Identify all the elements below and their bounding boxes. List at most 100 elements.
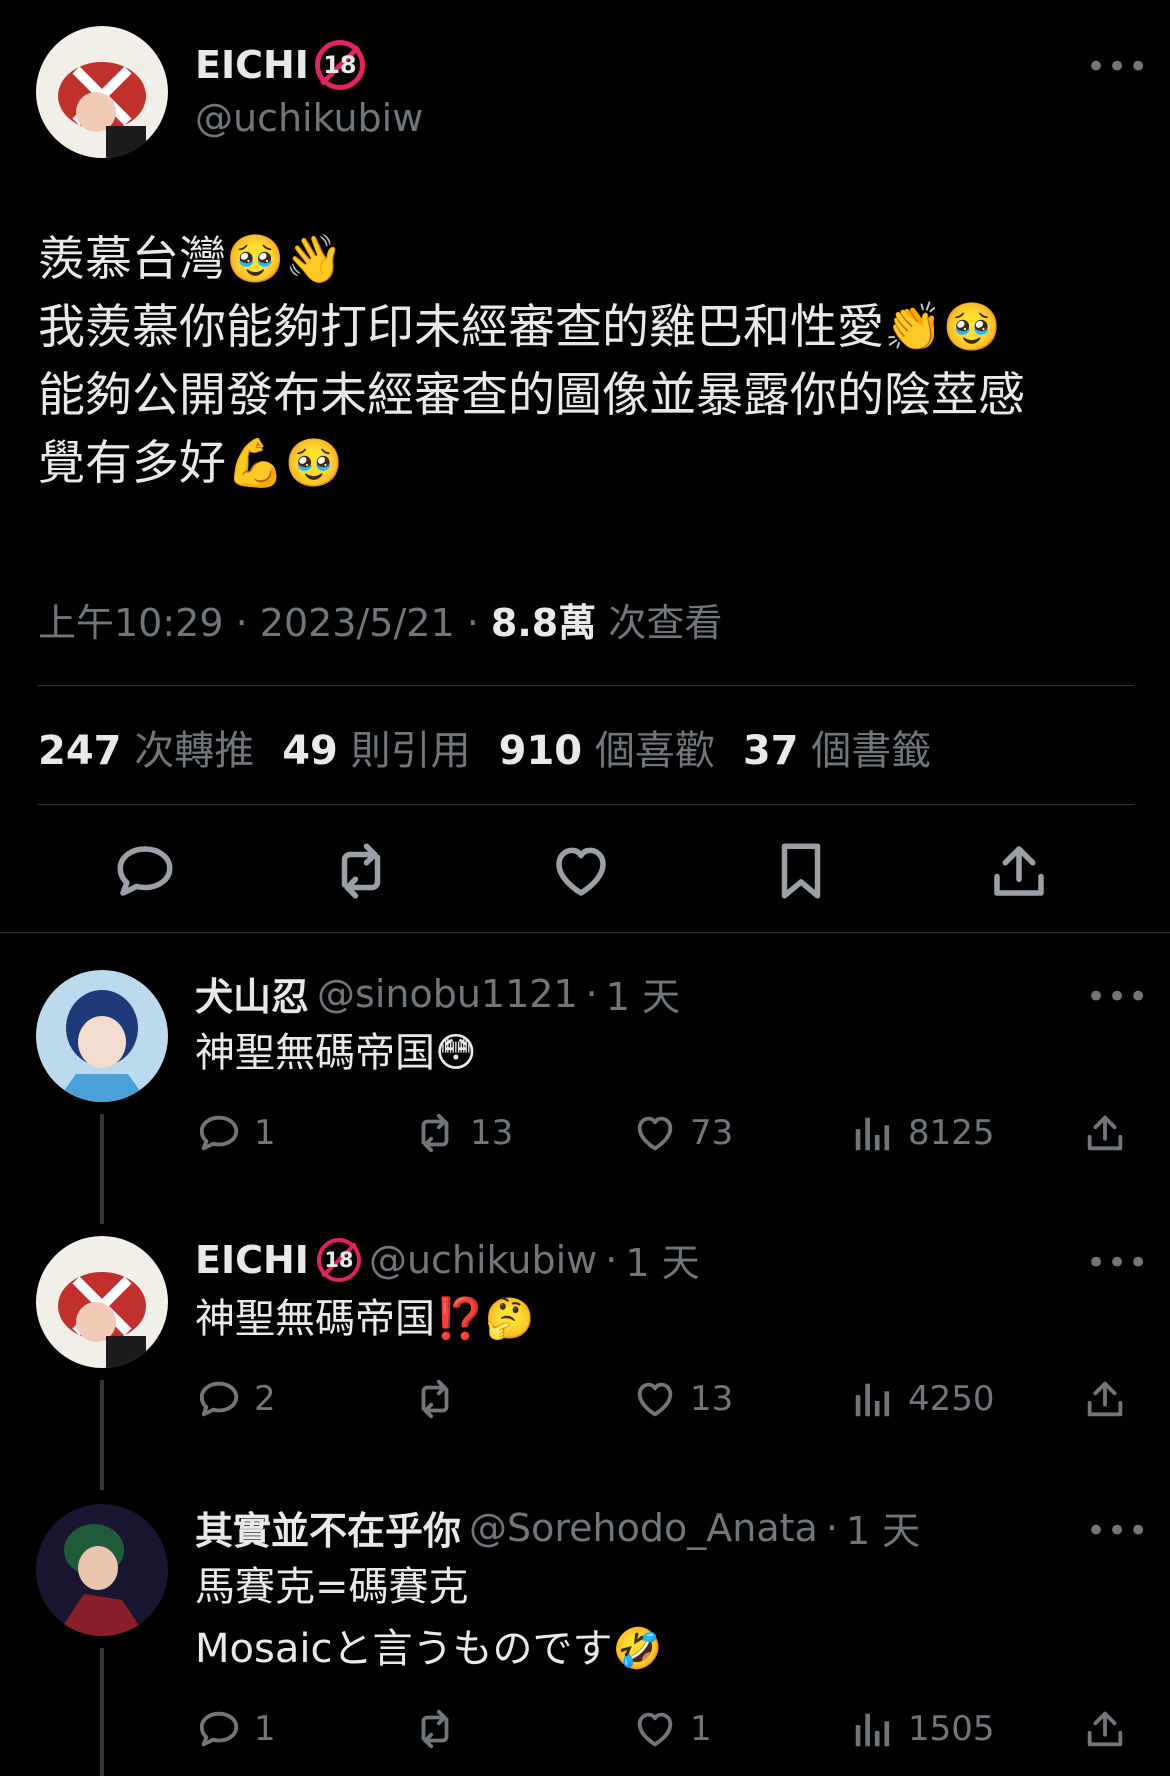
like-button[interactable]: 1	[632, 1706, 712, 1752]
reply-actions: 2 13 4250	[0, 1376, 1170, 1430]
like-icon	[632, 1110, 678, 1156]
meta-separator: ·	[605, 1237, 618, 1282]
reply-author-name[interactable]: 其實並不在乎你	[195, 1500, 461, 1555]
reply-icon[interactable]	[112, 838, 178, 904]
reply-count: 1	[254, 1709, 276, 1749]
reply-author-name[interactable]: 犬山忍	[195, 966, 309, 1021]
view-count: 4250	[908, 1379, 995, 1419]
reply-count: 1	[254, 1113, 276, 1153]
tweet-text: 羨慕台灣🥹👋 我羨慕你能夠打印未經審查的雞巴和性愛👏🥹 能夠公開發布未經審查的圖…	[38, 232, 1025, 491]
views-button[interactable]: 4250	[850, 1376, 995, 1422]
reply-time[interactable]: 1 天	[606, 966, 680, 1021]
like-button[interactable]: 73	[632, 1110, 733, 1156]
meta-separator: ·	[466, 601, 491, 645]
tweet-meta: 上午10:29 · 2023/5/21 · 8.8萬 次查看	[38, 592, 722, 647]
reply-icon	[196, 1376, 242, 1422]
reply-time[interactable]: 1 天	[846, 1500, 920, 1555]
like-count: 13	[690, 1379, 734, 1419]
likes-stat[interactable]: 910 個喜歡	[499, 718, 715, 776]
reply-count: 2	[254, 1379, 276, 1419]
likes-count: 910	[498, 728, 583, 774]
reply-author-handle[interactable]: @sinobu1121	[317, 972, 578, 1016]
bookmarks-label: 個書籤	[811, 728, 932, 774]
like-icon	[632, 1376, 678, 1422]
reply-text: 神聖無碼帝国😳	[195, 1030, 477, 1076]
age-restriction-icon: 18	[314, 40, 365, 90]
retweet-button[interactable]: 13	[412, 1110, 513, 1156]
reply-header: 犬山忍 @sinobu1121 · 1 天	[195, 966, 680, 1021]
divider	[0, 932, 1170, 933]
divider	[38, 804, 1134, 805]
reply-author-handle[interactable]: @Sorehodo_Anata	[469, 1506, 818, 1550]
like-icon[interactable]	[548, 838, 614, 904]
more-options-icon[interactable]: •••	[1086, 1514, 1149, 1548]
like-count: 1	[690, 1709, 712, 1749]
bookmarks-count: 37	[742, 728, 799, 774]
reply-button[interactable]: 1	[196, 1706, 276, 1752]
reply-avatar[interactable]	[36, 1504, 168, 1636]
reply-text: 馬賽克=碼賽克 Mosaicと言うものです🤣	[195, 1564, 663, 1672]
reply-header: EICHI 18 @uchikubiw · 1 天	[195, 1232, 700, 1287]
share-icon	[1082, 1376, 1128, 1422]
views-label: 次查看	[608, 601, 723, 645]
divider	[38, 685, 1134, 686]
view-count: 8125	[908, 1113, 995, 1153]
quotes-stat[interactable]: 49 則引用	[282, 718, 470, 776]
reply-actions: 1 1 1505	[0, 1706, 1170, 1760]
tweet-date[interactable]: 2023/5/21	[260, 601, 455, 645]
share-button[interactable]	[1082, 1376, 1128, 1422]
more-options-icon[interactable]: •••	[1086, 50, 1149, 84]
like-button[interactable]: 13	[632, 1376, 733, 1422]
author-name-text: EICHI	[195, 43, 309, 87]
tweet-time[interactable]: 上午10:29	[38, 601, 224, 645]
share-button[interactable]	[1082, 1706, 1128, 1752]
retweet-icon	[412, 1706, 458, 1752]
retweets-count: 247	[38, 728, 122, 774]
reply-icon	[196, 1706, 242, 1752]
author-handle[interactable]: @uchikubiw	[195, 96, 423, 140]
views-chart-icon	[850, 1376, 896, 1422]
reply-icon	[196, 1110, 242, 1156]
tweet-actions	[0, 838, 1170, 908]
like-icon	[632, 1706, 678, 1752]
bookmark-icon[interactable]	[768, 838, 834, 904]
quotes-label: 則引用	[350, 728, 471, 774]
meta-separator: ·	[235, 601, 260, 645]
engagement-stats: 247 次轉推 49 則引用 910 個喜歡 37 個書籤	[38, 718, 931, 776]
age-restriction-icon: 18	[316, 1237, 361, 1282]
more-options-icon[interactable]: •••	[1086, 980, 1149, 1014]
view-count: 1505	[908, 1709, 995, 1749]
retweet-icon	[412, 1110, 458, 1156]
reply-time[interactable]: 1 天	[625, 1232, 699, 1287]
views-count: 8.8萬	[490, 601, 597, 645]
retweet-icon	[412, 1376, 458, 1422]
reply-avatar[interactable]	[36, 970, 168, 1102]
share-icon[interactable]	[986, 838, 1052, 904]
reply-author-handle[interactable]: @uchikubiw	[369, 1238, 597, 1282]
meta-separator: ·	[825, 1505, 838, 1550]
reply-header: 其實並不在乎你 @Sorehodo_Anata · 1 天	[195, 1500, 920, 1555]
retweet-icon[interactable]	[328, 838, 394, 904]
reply-avatar[interactable]	[36, 1236, 168, 1368]
share-button[interactable]	[1082, 1110, 1128, 1156]
author-name[interactable]: EICHI 18	[195, 40, 365, 90]
reply-text: 神聖無碼帝国⁉️🤔	[195, 1296, 535, 1342]
bookmarks-stat[interactable]: 37 個書籤	[743, 718, 931, 776]
reply-author-name[interactable]: EICHI	[195, 1238, 309, 1282]
reply-button[interactable]: 1	[196, 1110, 276, 1156]
reply-button[interactable]: 2	[196, 1376, 276, 1422]
retweet-button[interactable]	[412, 1376, 470, 1422]
share-icon	[1082, 1110, 1128, 1156]
author-avatar[interactable]	[36, 26, 168, 158]
views-button[interactable]: 1505	[850, 1706, 995, 1752]
retweets-label: 次轉推	[134, 728, 255, 774]
more-options-icon[interactable]: •••	[1086, 1246, 1149, 1280]
views-chart-icon	[850, 1706, 896, 1752]
views-button[interactable]: 8125	[850, 1110, 995, 1156]
quotes-count: 49	[282, 728, 338, 774]
likes-label: 個喜歡	[594, 728, 715, 774]
retweets-stat[interactable]: 247 次轉推	[38, 718, 254, 776]
share-icon	[1082, 1706, 1128, 1752]
retweet-button[interactable]	[412, 1706, 470, 1752]
reply-actions: 1 13 73 8125	[0, 1110, 1170, 1164]
